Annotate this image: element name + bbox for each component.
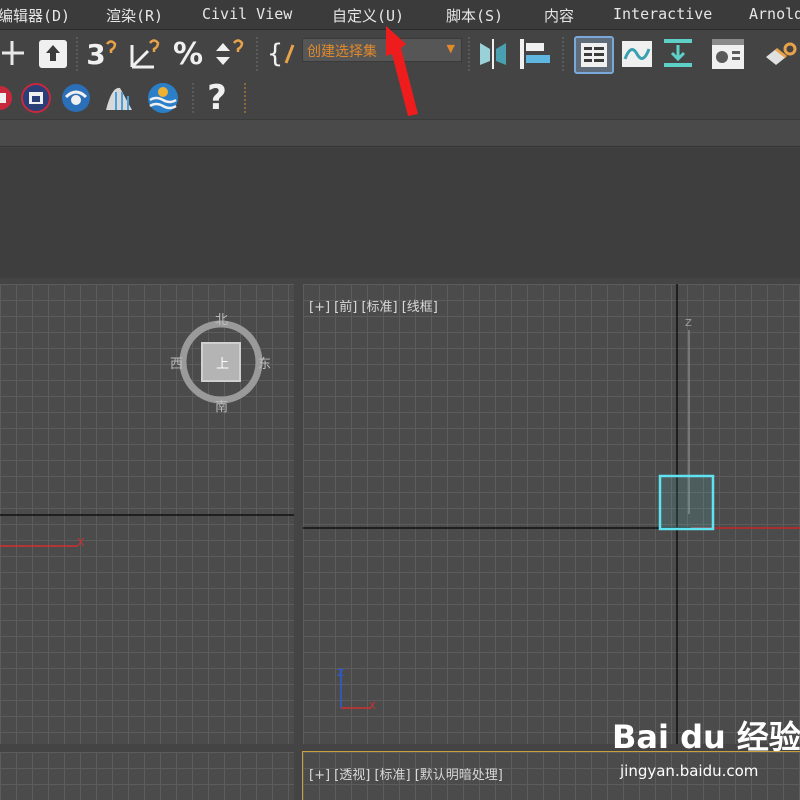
viewcube-south: 南	[215, 400, 229, 415]
menu-rendering[interactable]: 渲染(R)	[106, 5, 163, 26]
percent-snap-icon[interactable]: %	[170, 37, 206, 72]
toolbar-separator	[256, 37, 258, 71]
viewcube-west: 西	[170, 357, 184, 372]
z-axis-label-corner: Z	[337, 668, 344, 679]
material-editor-icon[interactable]	[710, 37, 748, 71]
spinner-snap-icon[interactable]	[212, 37, 248, 71]
menu-bar: 编辑器(D) 渲染(R) Civil View 自定义(U) 脚本(S) 内容 …	[0, 0, 800, 30]
viewport-top[interactable]: X 北 上 西 东 南	[0, 284, 294, 744]
baidu-url: jingyan.baidu.com	[620, 762, 759, 780]
baidu-logo: Bai du 经验	[612, 718, 800, 756]
selection-set-dropdown[interactable]: 创建选择集 ▼	[302, 38, 462, 62]
edit-named-selection-icon[interactable]: {	[266, 37, 296, 71]
render-setup-icon[interactable]	[762, 39, 798, 71]
secondary-toolbar: ?	[0, 77, 800, 119]
scene-explorer-icon[interactable]	[574, 36, 614, 74]
toolbar-separator	[76, 37, 78, 71]
front-viewport-axes	[303, 284, 800, 744]
x-axis-label: X	[77, 536, 85, 549]
move-icon[interactable]	[0, 39, 26, 67]
main-toolbar: 3 % { 创建选择集 ▼	[0, 31, 800, 77]
waterfall-icon[interactable]	[102, 82, 136, 114]
chevron-down-icon: ▼	[446, 42, 455, 55]
viewcube[interactable]: 北 上 西 东 南	[170, 313, 271, 415]
viewcube-north: 北	[215, 313, 229, 328]
viewport-front[interactable]: [+] [前] [标准] [线框] Z Z X	[303, 284, 800, 744]
viewport-left[interactable]	[0, 752, 294, 800]
environment-icon[interactable]	[60, 83, 92, 113]
menu-interactive[interactable]: Interactive	[613, 5, 712, 23]
align-icon[interactable]	[516, 37, 554, 71]
viewcube-face: 上	[216, 357, 230, 372]
menu-content[interactable]: 内容	[544, 5, 574, 26]
toolbar-grip[interactable]	[244, 83, 246, 113]
toolbar-separator	[468, 37, 470, 71]
selection-set-placeholder: 创建选择集	[307, 44, 377, 60]
snap-toggle-icon[interactable]: 3	[84, 37, 120, 71]
help-icon[interactable]: ?	[200, 81, 234, 115]
perspective-viewport-label[interactable]: [+] [透视] [标准] [默认明暗处理]	[309, 764, 503, 783]
angle-snap-icon[interactable]	[128, 37, 164, 71]
mirror-icon[interactable]	[476, 37, 510, 71]
schematic-view-icon[interactable]	[660, 37, 696, 71]
ocean-icon[interactable]	[146, 82, 180, 114]
toolbar-separator	[562, 37, 564, 71]
menu-civil-view[interactable]: Civil View	[202, 5, 292, 23]
select-place-icon[interactable]	[38, 39, 68, 69]
toolbar-separator	[192, 83, 194, 113]
render-icon[interactable]	[0, 83, 16, 113]
ribbon-panel	[0, 148, 800, 278]
menu-editors[interactable]: 编辑器(D)	[0, 5, 70, 26]
menu-customize[interactable]: 自定义(U)	[332, 5, 404, 26]
menu-scripting[interactable]: 脚本(S)	[446, 5, 503, 26]
viewcube-east: 东	[258, 357, 272, 372]
render-frame-icon[interactable]	[20, 83, 52, 113]
curve-editor-icon[interactable]	[620, 37, 654, 71]
z-axis-label-gizmo: Z	[685, 318, 692, 329]
x-axis-label-corner: X	[369, 701, 376, 712]
ribbon-band	[0, 119, 800, 147]
menu-arnold[interactable]: Arnold	[749, 5, 800, 23]
